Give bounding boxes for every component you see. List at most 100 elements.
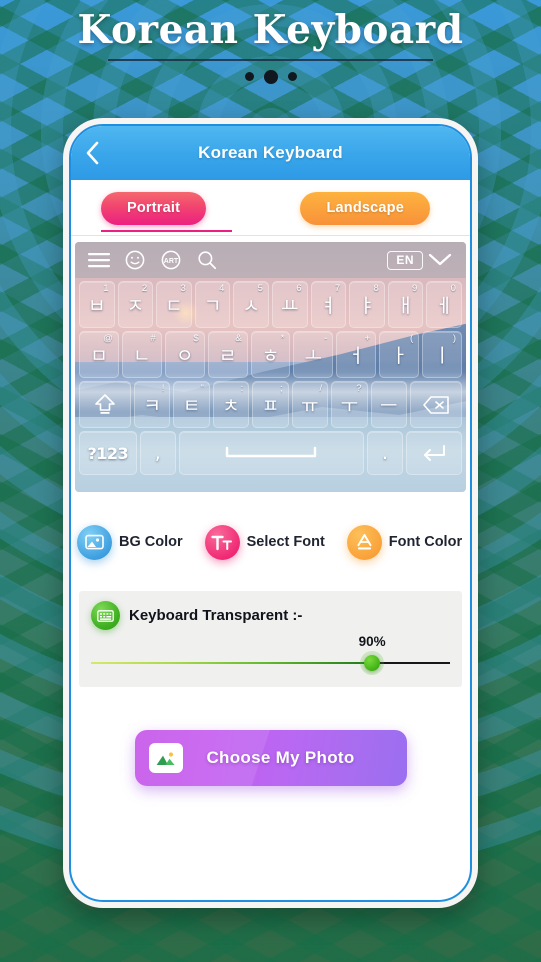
key-ㅓ[interactable]: + ㅓ <box>336 331 377 378</box>
chevron-left-icon <box>85 141 100 165</box>
key-label: ㅕ <box>319 295 338 317</box>
select-font-button[interactable]: Select Font <box>204 524 325 560</box>
key-ㅗ[interactable]: -ㅗ <box>293 331 334 378</box>
key-ㅇ[interactable]: $ ㅇ <box>164 331 205 378</box>
key-ㅈ[interactable]: 2ㅈ <box>117 281 154 328</box>
key-ㄴ[interactable]: # ㄴ <box>121 331 162 378</box>
font-color-button[interactable]: Font Color <box>346 524 463 560</box>
app-screenshot: Korean Keyboard Korean Keyboard Portrait… <box>0 0 541 962</box>
slider-thumb[interactable] <box>364 655 381 671</box>
key-superscript: ? <box>356 383 362 394</box>
emoji-smiley-icon[interactable] <box>120 245 150 275</box>
key-label: ㅗ <box>304 345 323 367</box>
bg-color-button[interactable]: BG Color <box>77 524 183 560</box>
key-superscript: " <box>200 383 204 394</box>
key-superscript: 5 <box>257 283 263 294</box>
key-label: ㅇ <box>175 345 194 367</box>
key-label: ㅎ <box>261 345 280 367</box>
banner-dot-1 <box>244 72 254 82</box>
key-label: ㅔ <box>435 295 453 317</box>
phone-mockup-frame: Korean Keyboard Portrait Landscape ART E… <box>63 118 478 908</box>
font-color-label: Font Color <box>388 534 463 550</box>
key-ㅠ[interactable]: / ㅠ <box>291 381 329 428</box>
key-superscript: / <box>319 383 323 394</box>
key-ㄷ[interactable]: 3ㄷ <box>156 281 192 328</box>
key-ㅛ[interactable]: 6ㅛ <box>271 281 308 328</box>
banner-dots <box>0 69 541 84</box>
key-ㅎ[interactable]: * ㅎ <box>250 331 291 378</box>
key-label: ㅍ <box>261 395 280 417</box>
key-label: ㅁ <box>90 345 108 367</box>
transparency-slider[interactable] <box>91 655 450 671</box>
transparency-title: Keyboard Transparent :- <box>129 607 303 624</box>
back-button[interactable] <box>71 126 113 180</box>
chevron-down-icon[interactable] <box>423 245 457 275</box>
transparency-value: 90% <box>358 634 386 649</box>
key-ㅍ[interactable]: ; ㅍ <box>252 381 289 428</box>
banner-title: Korean Keyboard <box>77 7 464 53</box>
keyboard-row-4: ?123 , . <box>79 431 462 475</box>
banner-dot-2 <box>263 69 278 84</box>
key-ㅕ[interactable]: 7ㅕ <box>310 281 347 328</box>
key-superscript: 3 <box>180 283 186 294</box>
key-superscript: 9 <box>412 283 418 294</box>
key-ㅋ[interactable]: ! ㅋ <box>133 381 171 428</box>
key-ㅐ[interactable]: 9ㅐ <box>387 281 424 328</box>
key-label: ㅐ <box>396 295 415 317</box>
key-superscript: 8 <box>373 283 379 294</box>
hamburger-menu-icon[interactable] <box>84 245 114 275</box>
backspace-delete-icon[interactable] <box>410 381 462 428</box>
keyboard-language-button[interactable]: EN <box>387 250 423 270</box>
key-ㅏ[interactable]: (ㅏ <box>379 331 420 378</box>
slider-track-remaining <box>372 662 450 664</box>
space-key[interactable] <box>178 431 364 475</box>
key-superscript: 4 <box>219 283 225 294</box>
key-ㅔ[interactable]: 0ㅔ <box>426 281 462 328</box>
choose-my-photo-button[interactable]: Choose My Photo <box>134 730 407 786</box>
key-superscript: ( <box>409 333 414 344</box>
choose-photo-area: Choose My Photo <box>71 730 470 786</box>
key-superscript: ) <box>452 333 457 344</box>
key-label: ㅡ <box>380 395 398 417</box>
enter-return-icon[interactable] <box>406 431 462 475</box>
key-ㅊ[interactable]: :ㅊ <box>212 381 250 428</box>
key-ㅑ[interactable]: 8ㅑ <box>349 281 385 328</box>
keyboard-toolbar: ART EN <box>75 242 466 278</box>
key-ㅁ[interactable]: @ ㅁ <box>79 331 119 378</box>
tab-portrait[interactable]: Portrait <box>101 191 207 225</box>
key-label: ㅓ <box>347 345 366 367</box>
tab-landscape[interactable]: Landscape <box>300 191 430 225</box>
key-ㅡ[interactable]: ㅡ <box>370 381 407 428</box>
choose-my-photo-label: Choose My Photo <box>206 748 355 767</box>
key-ㄹ[interactable]: & ㄹ <box>207 331 248 378</box>
keyboard-keys: 1ㅂ2ㅈ3ㄷ4ㄱ5ㅅ6ㅛ7ㅕ8ㅑ9ㅐ0ㅔ @ ㅁ # ㄴ $ ㅇ & ㄹ * ㅎ - ㅗ + ㅓ(ㅏ) ㅣ … <box>75 278 466 482</box>
search-icon[interactable] <box>192 245 222 275</box>
key-ㅌ[interactable]: " ㅌ <box>173 381 210 428</box>
art-icon[interactable]: ART <box>156 245 186 275</box>
key-ㅂ[interactable]: 1ㅂ <box>79 281 115 328</box>
keyboard-row-3: ! ㅋ " ㅌ: ㅊ; ㅍ / ㅠ? ㅜㅡ <box>79 381 462 428</box>
banner-dot-3 <box>287 72 297 82</box>
period-key[interactable]: . <box>366 431 404 475</box>
symbols-key[interactable]: ?123 <box>79 431 137 475</box>
key-label: ㄱ <box>203 295 222 317</box>
key-superscript: ; <box>280 383 283 394</box>
tabs-divider <box>71 235 470 236</box>
key-label: ㅜ <box>340 395 359 417</box>
svg-text:ART: ART <box>164 258 179 265</box>
key-label: ㅑ <box>358 295 376 317</box>
keyboard-row-1: 1ㅂ2ㅈ3ㄷ4ㄱ5ㅅ6ㅛ7ㅕ8ㅑ9ㅐ0ㅔ <box>79 281 462 328</box>
key-ㅜ[interactable]: ? ㅜ <box>331 381 368 428</box>
comma-key[interactable]: , <box>139 431 176 475</box>
key-label: ㅅ <box>242 295 260 317</box>
key-ㄱ[interactable]: 4ㄱ <box>194 281 231 328</box>
key-label: ㄴ <box>133 345 151 367</box>
key-label: ㄹ <box>218 345 237 367</box>
key-label: ㅂ <box>88 295 106 317</box>
key-ㅅ[interactable]: 5ㅅ <box>233 281 269 328</box>
key-superscript: @ <box>103 333 113 344</box>
shift-key[interactable] <box>79 381 131 428</box>
key-label: ㅌ <box>182 395 201 417</box>
key-ㅣ[interactable]: ) ㅣ <box>422 331 463 378</box>
key-label: ㄷ <box>165 295 183 317</box>
